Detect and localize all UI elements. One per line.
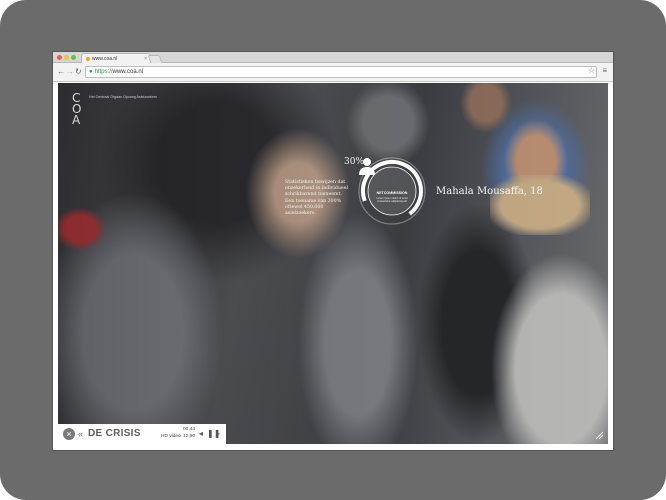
browser-tab[interactable]: www.coa.nl × xyxy=(81,53,151,63)
close-icon[interactable]: × xyxy=(63,428,75,440)
tab-title: www.coa.nl xyxy=(92,55,118,62)
url-scheme: https:// xyxy=(94,69,113,75)
previous-icon[interactable]: ◂ xyxy=(199,429,203,439)
window-minimize-button[interactable] xyxy=(64,55,69,60)
statistics-text: Statistieken bewijzen dat onzekerheid in… xyxy=(285,180,348,217)
device-frame: www.coa.nl × ← → ↻ ● https:// www.coa.nl… xyxy=(0,0,666,500)
new-tab-button[interactable] xyxy=(147,55,163,63)
next-icon[interactable]: ▸ xyxy=(216,429,220,439)
video-player-bar: × « DE CRISIS 00:44 HD video 12:50 ◂ ❚❚ … xyxy=(58,424,226,444)
time-current: 00:44 xyxy=(183,427,196,432)
time-total: 12:50 xyxy=(183,434,196,439)
person-icon xyxy=(359,158,375,175)
window-close-button[interactable] xyxy=(57,55,62,60)
page-viewport: C O A Het Centraal Orgaan Opvang Asielzo… xyxy=(58,83,608,444)
browser-toolbar: ← → ↻ ● https:// www.coa.nl ☆ ≡ xyxy=(53,63,613,82)
browser-window: www.coa.nl × ← → ↻ ● https:// www.coa.nl… xyxy=(53,52,613,450)
url-host: www.coa.nl xyxy=(112,69,143,75)
person-name: Mahala Mousaffa, 18 xyxy=(436,186,543,197)
badge-subtitle: Lorem ipsum dolor sit amet consectetur a… xyxy=(376,197,408,203)
site-logo[interactable]: C O A xyxy=(72,92,81,127)
hd-label: HD video xyxy=(161,434,181,439)
statistic-badge[interactable]: 30% NETCOMMISSION Lorem ipsum dolor sit … xyxy=(344,155,428,227)
fullscreen-icon[interactable] xyxy=(594,430,604,440)
star-icon[interactable]: ☆ xyxy=(588,66,595,75)
chevron-left-icon[interactable]: « xyxy=(78,428,83,440)
address-bar[interactable]: ● https:// www.coa.nl xyxy=(85,66,597,78)
menu-icon[interactable]: ≡ xyxy=(602,66,607,75)
chapter-title[interactable]: DE CRISIS xyxy=(88,428,141,440)
back-arrow-icon[interactable]: ← xyxy=(57,67,65,77)
lock-icon: ● xyxy=(89,69,93,75)
tab-close-icon[interactable]: × xyxy=(144,56,147,62)
badge-title: NETCOMMISSION xyxy=(376,191,408,195)
site-tagline: Het Centraal Orgaan Opvang Asielzoekers xyxy=(89,95,157,99)
tab-bar: www.coa.nl × xyxy=(53,52,613,63)
window-zoom-button[interactable] xyxy=(71,55,76,60)
favicon-icon xyxy=(86,56,90,61)
logo-letter: A xyxy=(72,113,81,127)
forward-arrow-icon[interactable]: → xyxy=(66,67,74,77)
hero-photo-detail xyxy=(490,175,590,235)
reload-icon[interactable]: ↻ xyxy=(75,67,82,77)
